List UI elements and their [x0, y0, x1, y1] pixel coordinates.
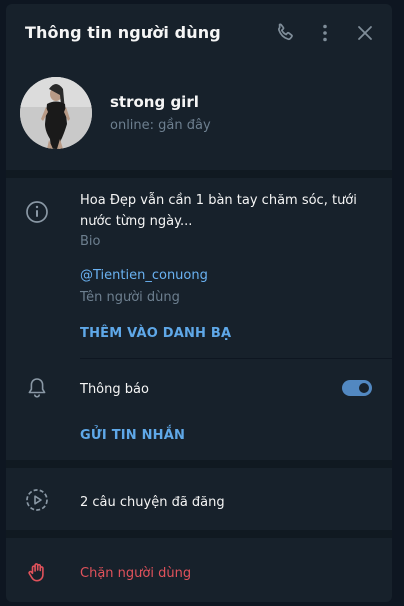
stories-icon — [24, 487, 50, 513]
toggle-knob — [357, 381, 371, 395]
profile-status: online: gần đây — [110, 118, 211, 133]
more-vertical-icon[interactable] — [313, 21, 337, 45]
profile-name: strong girl — [110, 93, 199, 111]
hand-stop-icon — [24, 559, 50, 585]
panel-header: Thông tin người dùng — [6, 4, 392, 62]
block-user-button[interactable]: Chặn người dùng — [80, 566, 191, 581]
bio-label: Bio — [80, 234, 101, 249]
bell-icon — [24, 375, 50, 401]
close-icon[interactable] — [353, 21, 377, 45]
section-divider — [6, 170, 392, 178]
section-divider — [6, 530, 392, 538]
add-contact-button[interactable]: THÊM VÀO DANH BẠ — [80, 326, 231, 341]
stories-label[interactable]: 2 câu chuyện đã đăng — [80, 492, 225, 513]
notifications-toggle[interactable] — [342, 380, 372, 396]
phone-icon[interactable] — [273, 21, 297, 45]
info-icon — [24, 199, 50, 225]
avatar[interactable] — [20, 77, 92, 149]
username-label: Tên người dùng — [80, 290, 180, 305]
panel-title: Thông tin người dùng — [25, 23, 221, 42]
username-link[interactable]: @Tientien_conuong — [80, 268, 208, 283]
user-info-panel: Thông tin người dùng strong girl online:… — [6, 4, 392, 602]
row-separator — [80, 358, 392, 359]
profile-section: strong girl online: gần đây — [6, 62, 392, 170]
send-message-button[interactable]: GỬI TIN NHẮN — [80, 428, 185, 443]
notifications-label: Thông báo — [80, 382, 149, 397]
section-divider — [6, 460, 392, 468]
bio-text: Hoa Đẹp vẫn cần 1 bàn tay chăm sóc, tưới… — [80, 193, 357, 229]
